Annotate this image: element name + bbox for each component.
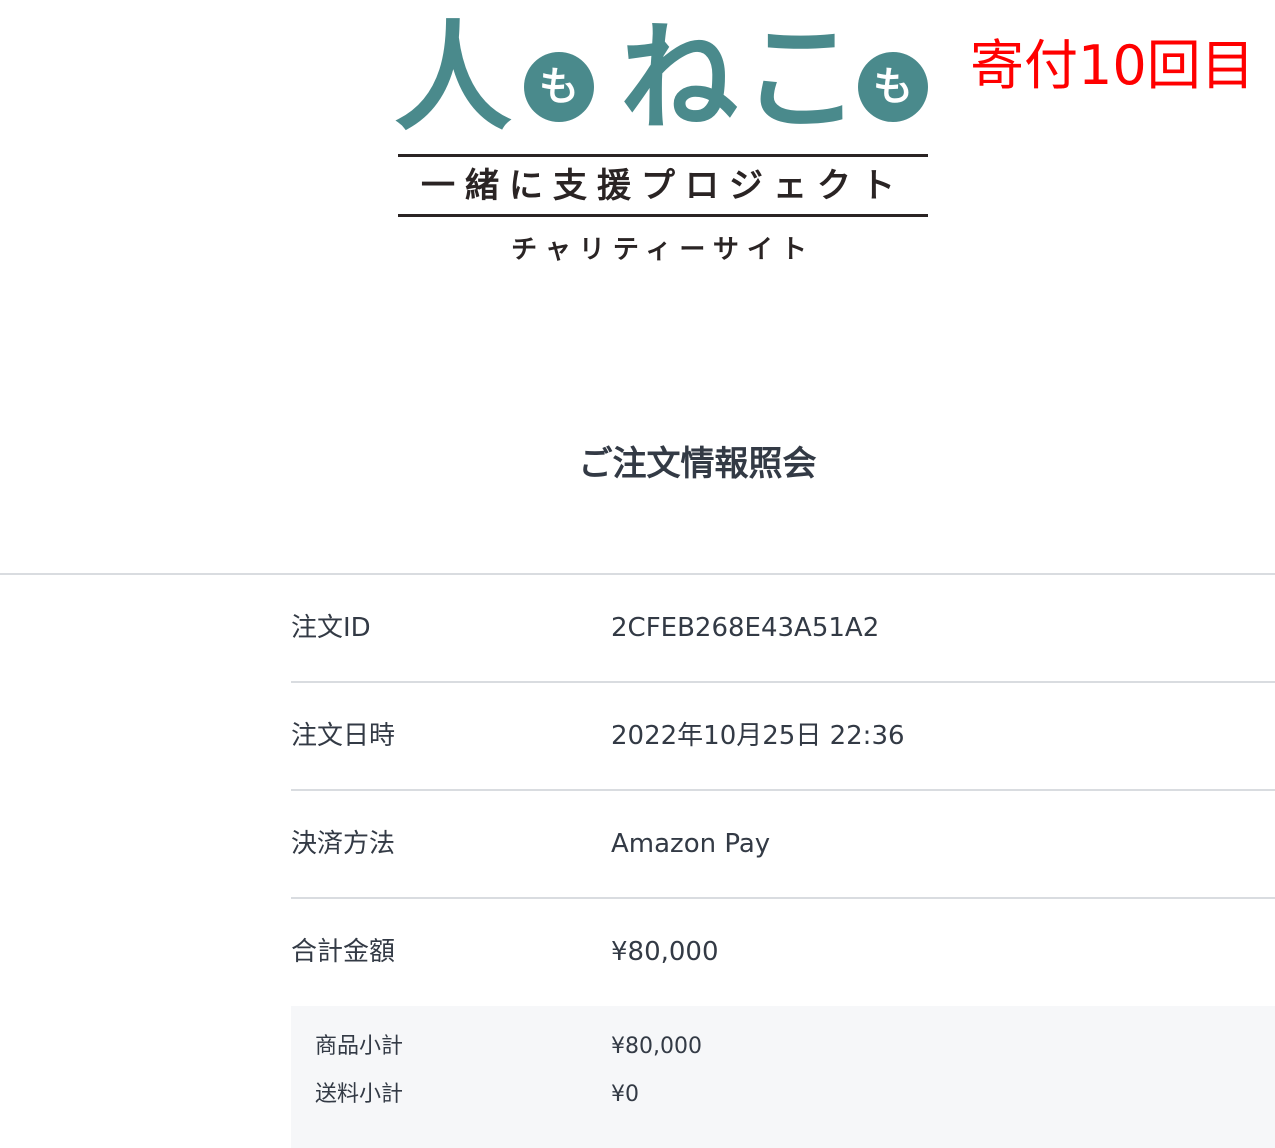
order-details-table: 注文ID 2CFEB268E43A51A2 注文日時 2022年10月25日 2… <box>291 575 1275 1005</box>
order-datetime-label: 注文日時 <box>291 721 396 751</box>
shipping-subtotal-label: 送料小計 <box>315 1082 404 1107</box>
product-subtotal-value: ¥80,000 <box>611 1034 702 1059</box>
shipping-subtotal-value: ¥0 <box>611 1082 639 1107</box>
total-amount-value: ¥80,000 <box>611 937 719 967</box>
breakdown-row-shipping: 送料小計 ¥0 <box>291 1075 1275 1115</box>
order-row-id: 注文ID 2CFEB268E43A51A2 <box>291 575 1275 683</box>
order-id-label: 注文ID <box>291 613 371 643</box>
total-amount-label: 合計金額 <box>291 937 396 967</box>
order-row-total: 合計金額 ¥80,000 <box>291 899 1275 1005</box>
order-inquiry-page: 人 も ねこ も 一緒に支援プロジェクト チャリティーサイト 寄付10回目 ご注… <box>0 0 1275 1148</box>
product-subtotal-label: 商品小計 <box>315 1034 404 1059</box>
order-id-value: 2CFEB268E43A51A2 <box>611 613 880 643</box>
payment-method-label: 決済方法 <box>291 829 396 859</box>
breakdown-row-subtotal: 商品小計 ¥80,000 <box>291 1027 1275 1067</box>
order-datetime-value: 2022年10月25日 22:36 <box>611 721 905 751</box>
amount-breakdown: 商品小計 ¥80,000 送料小計 ¥0 <box>291 1006 1275 1148</box>
heading-area: ご注文情報照会 <box>0 0 1275 560</box>
order-row-datetime: 注文日時 2022年10月25日 22:36 <box>291 683 1275 791</box>
order-row-payment-method: 決済方法 Amazon Pay <box>291 791 1275 899</box>
payment-method-value: Amazon Pay <box>611 829 771 859</box>
page-title: ご注文情報照会 <box>578 444 817 484</box>
